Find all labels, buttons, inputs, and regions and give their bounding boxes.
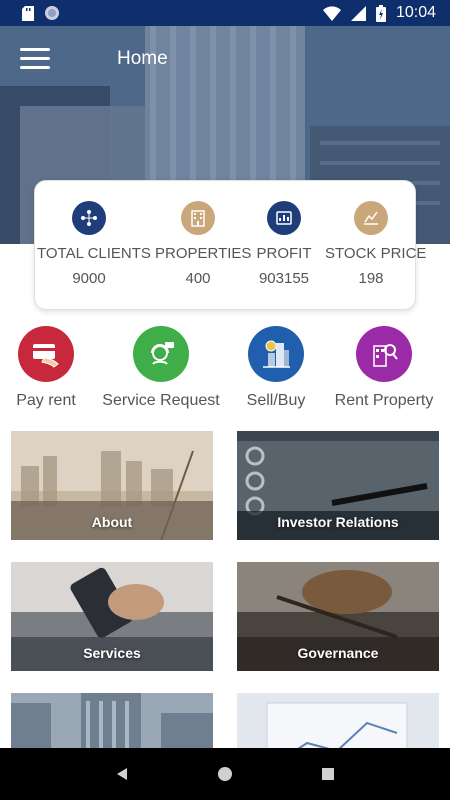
- stat-label: PROFIT: [256, 245, 312, 262]
- buildings-money-icon: [248, 326, 304, 382]
- action-label: Rent Property: [334, 392, 434, 409]
- tile-label: Services: [83, 645, 141, 661]
- home-button[interactable]: [210, 759, 240, 789]
- pay-rent-button[interactable]: Pay rent: [6, 326, 86, 410]
- sell-buy-button[interactable]: Sell/Buy: [236, 326, 316, 410]
- page-title: Home: [117, 48, 168, 69]
- sync-icon: [45, 6, 59, 20]
- stat-value: 400: [185, 270, 211, 287]
- navigation-bar: [0, 748, 450, 800]
- stat-label: TOTAL CLIENTS: [37, 245, 151, 262]
- stat-label: STOCK PRICE: [325, 245, 427, 262]
- building-icon: [181, 201, 215, 235]
- hamburger-icon: [20, 48, 50, 51]
- tile-label: About: [91, 514, 133, 530]
- action-label: Sell/Buy: [246, 392, 306, 409]
- tile-about[interactable]: About: [11, 431, 213, 540]
- card-payment-icon: [18, 326, 74, 382]
- battery-icon: [375, 4, 386, 22]
- stat-properties: PROPERTIES 400: [155, 201, 252, 287]
- tile-label: Governance: [297, 645, 379, 661]
- support-agent-icon: [133, 326, 189, 382]
- sd-card-icon: [22, 5, 34, 21]
- stock-chart-icon: [354, 201, 388, 235]
- recents-button[interactable]: [313, 759, 343, 789]
- stat-value: 9000: [72, 270, 106, 287]
- tile-services[interactable]: Services: [11, 562, 213, 671]
- screen: 10:04 Home TOTAL CLIENTS 9000 PROPERTIES…: [0, 0, 450, 800]
- stat-value: 903155: [258, 270, 310, 287]
- profit-icon: [267, 201, 301, 235]
- stat-total-clients: TOTAL CLIENTS 9000: [37, 201, 151, 287]
- wifi-icon: [322, 5, 341, 21]
- action-label: Service Request: [102, 392, 220, 409]
- signal-icon: [350, 5, 366, 21]
- stat-profit: PROFIT 903155: [255, 201, 313, 287]
- back-button[interactable]: [107, 759, 137, 789]
- back-icon: [116, 768, 127, 780]
- search-building-icon: [356, 326, 412, 382]
- stat-stock-price: STOCK PRICE 198: [325, 201, 427, 287]
- stats-card: TOTAL CLIENTS 9000 PROPERTIES 400 PROFIT…: [34, 180, 427, 310]
- stat-value: 198: [358, 270, 384, 287]
- action-label: Pay rent: [16, 392, 76, 409]
- clock: 10:04: [395, 4, 436, 21]
- clients-icon: [72, 201, 106, 235]
- tile-governance[interactable]: Governance: [237, 562, 439, 671]
- stat-label: PROPERTIES: [155, 245, 252, 262]
- rent-property-button[interactable]: Rent Property: [332, 326, 436, 410]
- tile-investor-relations[interactable]: Investor Relations: [237, 431, 439, 540]
- status-bar: 10:04: [0, 0, 450, 26]
- tile-label: Investor Relations: [277, 514, 399, 530]
- home-icon: [217, 767, 232, 781]
- service-request-button[interactable]: Service Request: [100, 326, 222, 410]
- menu-button[interactable]: [20, 48, 50, 70]
- recents-icon: [322, 768, 335, 780]
